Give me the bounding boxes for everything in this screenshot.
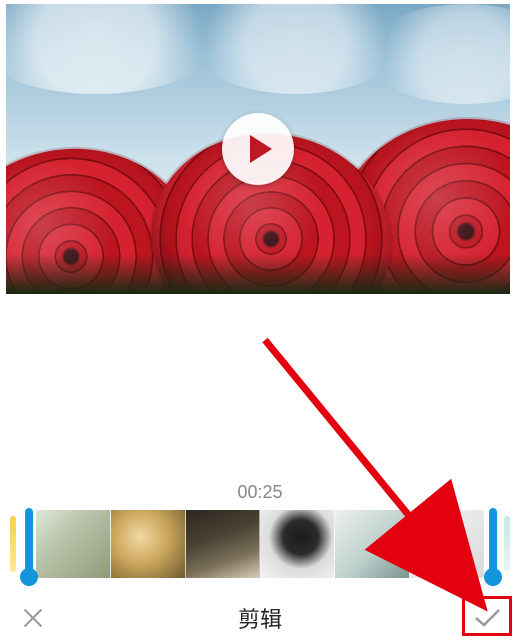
trim-handle-left[interactable]	[20, 508, 38, 580]
thumbnail	[260, 510, 335, 578]
bottom-bar: 剪辑	[0, 596, 520, 640]
confirm-button[interactable]	[472, 603, 502, 633]
thumbnail	[111, 510, 186, 578]
check-icon	[472, 603, 502, 633]
thumbnail	[36, 510, 111, 578]
thumbnail	[335, 510, 410, 578]
timecode-label: 00:25	[0, 482, 520, 503]
foliage-decoration	[6, 254, 510, 294]
play-icon	[250, 135, 272, 163]
strip-edge-left	[10, 516, 16, 572]
thumbnail	[186, 510, 261, 578]
thumbnail-row	[36, 510, 484, 578]
thumbnail	[410, 510, 484, 578]
editor-title: 剪辑	[48, 602, 472, 634]
cancel-button[interactable]	[18, 603, 48, 633]
video-preview	[6, 4, 510, 294]
strip-edge-right	[504, 516, 510, 572]
play-button[interactable]	[222, 113, 294, 185]
trim-handle-right[interactable]	[484, 508, 502, 580]
trim-strip[interactable]	[10, 510, 510, 578]
